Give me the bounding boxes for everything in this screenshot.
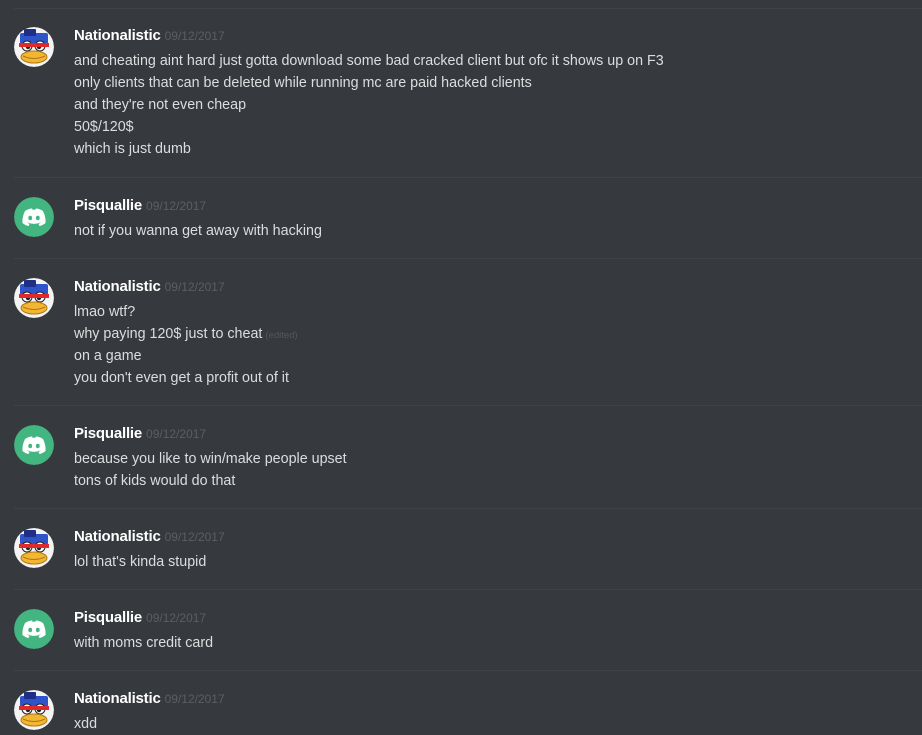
username[interactable]: Pisquallie (74, 609, 142, 626)
duck-avatar[interactable] (14, 528, 54, 568)
message-header: Nationalistic 09/12/2017 (74, 690, 225, 710)
message-divider (14, 670, 922, 671)
timestamp: 09/12/2017 (146, 427, 207, 441)
message-text: which is just dumb (74, 141, 191, 157)
timestamp: 09/12/2017 (164, 280, 225, 294)
message-text: not if you wanna get away with hacking (74, 223, 322, 239)
message-text: why paying 120$ just to cheat (edited) (74, 323, 298, 345)
username[interactable]: Nationalistic (74, 690, 161, 707)
message-divider (14, 177, 922, 178)
message-text: tons of kids would do that (74, 473, 236, 489)
message-divider (14, 589, 922, 590)
message-lines: lmao wtf? why paying 120$ just to cheat(… (74, 301, 298, 389)
discord-default-avatar[interactable] (14, 425, 54, 465)
chat-message-list: Nationalistic 09/12/2017 and cheating ain… (0, 0, 922, 734)
username[interactable]: Pisquallie (74, 425, 142, 442)
timestamp: 09/12/2017 (146, 199, 207, 213)
duck-avatar[interactable] (14, 690, 54, 730)
message-lines: because you like to win/make people upse… (74, 448, 347, 492)
timestamp: 09/12/2017 (164, 530, 225, 544)
message-text: you don't even get a profit out of it (74, 370, 289, 386)
message-lines: and cheating aint hard just gotta downlo… (74, 50, 664, 160)
message-header: Nationalistic 09/12/2017 (74, 27, 225, 47)
username[interactable]: Pisquallie (74, 197, 142, 214)
message-text: with moms credit card (74, 635, 214, 651)
message-header: Pisquallie 09/12/2017 (74, 609, 206, 629)
message-text: only clients that can be deleted while r… (74, 75, 532, 91)
message-lines: not if you wanna get away with hacking (74, 220, 322, 242)
message-divider (14, 8, 922, 9)
username[interactable]: Nationalistic (74, 278, 161, 295)
message-header: Nationalistic 09/12/2017 (74, 278, 225, 298)
message-header: Pisquallie 09/12/2017 (74, 197, 206, 217)
message-divider (14, 258, 922, 259)
message-divider (14, 405, 922, 406)
message-text: on a game (74, 348, 142, 364)
duck-avatar[interactable] (14, 27, 54, 67)
message-text: 50$/120$ (74, 119, 134, 135)
timestamp: 09/12/2017 (146, 611, 207, 625)
timestamp: 09/12/2017 (164, 692, 225, 706)
message-text: lol that's kinda stupid (74, 554, 207, 570)
message-header: Pisquallie 09/12/2017 (74, 425, 206, 445)
message-text: and they're not even cheap (74, 97, 247, 113)
duck-avatar[interactable] (14, 278, 54, 318)
message-header: Nationalistic 09/12/2017 (74, 528, 225, 548)
timestamp: 09/12/2017 (164, 29, 225, 43)
message-lines: xdd (74, 713, 97, 735)
message-text: xdd (74, 716, 98, 732)
message-lines: lol that's kinda stupid (74, 551, 206, 573)
message-text: lmao wtf? (74, 304, 136, 320)
message-text: and cheating aint hard just gotta downlo… (74, 53, 664, 69)
username[interactable]: Nationalistic (74, 528, 161, 545)
message-lines: with moms credit card (74, 632, 213, 654)
username[interactable]: Nationalistic (74, 27, 161, 44)
message-text-content: why paying 120$ just to cheat (74, 326, 263, 342)
discord-default-avatar[interactable] (14, 609, 54, 649)
message-text: because you like to win/make people upse… (74, 451, 347, 467)
message-divider (14, 508, 922, 509)
edited-label: (edited) (265, 330, 298, 341)
discord-default-avatar[interactable] (14, 197, 54, 237)
